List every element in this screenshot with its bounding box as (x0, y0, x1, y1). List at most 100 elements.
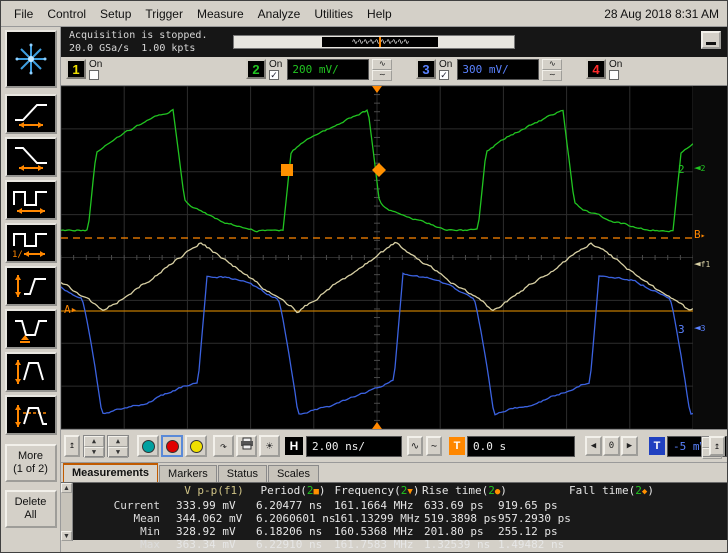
measurement-value: 201.80 ps (424, 525, 484, 538)
channel-1-checkbox[interactable] (89, 70, 99, 80)
nav-zero-button[interactable]: 0 (603, 436, 620, 456)
v-avg-icon (14, 405, 47, 427)
trigger-b-level-label[interactable]: B▸ (694, 229, 705, 241)
channel-2-scale-up-button[interactable]: ∿ (372, 59, 393, 70)
channel-3-offset-button[interactable]: ∼ (542, 70, 563, 81)
measurement-value: 328.92 mV (176, 525, 236, 538)
menu-trigger[interactable]: Trigger (138, 3, 190, 25)
measure-rise-time-button[interactable] (4, 94, 57, 134)
menu-help[interactable]: Help (360, 3, 399, 25)
channel-3-ground-marker[interactable]: ◄3 (694, 322, 705, 334)
channel-1-group: 1 On (66, 59, 102, 80)
menu-analyze[interactable]: Analyze (251, 3, 308, 25)
channel-2-group: 2 On 200 mV/ ∿ ∼ (246, 59, 393, 81)
printer-icon (240, 437, 253, 450)
menu-utilities[interactable]: Utilities (307, 3, 360, 25)
horizontal-zoom-button[interactable]: ∿ (407, 436, 423, 456)
more-button[interactable]: More (1 of 2) (4, 444, 57, 482)
measure-v-avg-button[interactable] (4, 395, 57, 435)
channel-4-checkbox[interactable] (609, 70, 619, 80)
measurements-scrollbar[interactable]: ▲ ▼ (61, 483, 73, 541)
tab-measurements[interactable]: Measurements (63, 463, 159, 482)
channel-2-checkbox[interactable] (269, 70, 279, 80)
restore-button[interactable]: ↥ (709, 436, 725, 456)
waveform-display: A▸ 2 3 ◄2 B▸ ◄f1 ◄3 (61, 85, 727, 430)
starburst-logo-icon (15, 43, 46, 75)
measure-fall-time-button[interactable] (4, 137, 57, 177)
measurement-value: 6.2060601 ns (256, 512, 336, 525)
measurement-value: 6.20477 ns (256, 499, 323, 512)
menu-bar: File Control Setup Trigger Measure Analy… (1, 1, 727, 27)
channel-2-on-label: On (269, 59, 283, 70)
infiniium-logo-button[interactable] (4, 30, 57, 88)
rise-time-icon (14, 104, 47, 128)
vertical-scale-spinner[interactable]: ▲ ▼ (83, 435, 105, 458)
measurement-value: 633.69 ps (424, 499, 484, 512)
col-header-frequency: Frequency(2▼) (334, 484, 420, 497)
menu-setup[interactable]: Setup (93, 3, 138, 25)
horizontal-fine-button[interactable]: ∼ (426, 436, 442, 456)
marker-color-yellow-button[interactable] (185, 435, 207, 457)
channel-2-button[interactable]: 2 (246, 59, 266, 79)
acquisition-bar: Acquisition is stopped. 20.0 GSa/s 1.00 … (61, 27, 727, 57)
measurements-panel: ▲ ▼ V p-p(f1) Period(2■) Frequency(2▼) R… (61, 482, 727, 551)
nav-right-button[interactable]: ▶ (621, 436, 638, 456)
measure-v-min-button[interactable] (4, 309, 57, 349)
col-header-period: Period(2■) (260, 484, 326, 497)
channel-4-on-label: On (609, 59, 623, 70)
measure-v-max-button[interactable] (4, 266, 57, 306)
menu-measure[interactable]: Measure (190, 3, 251, 25)
pan-up-button[interactable]: ↥ (64, 435, 80, 457)
measurement-value: 344.062 mV (176, 512, 243, 525)
channel-4-button[interactable]: 4 (586, 59, 606, 79)
measure-frequency-button[interactable]: 1/ (4, 223, 57, 263)
tab-markers[interactable]: Markers (159, 465, 217, 482)
channel-2-ground-marker[interactable]: ◄2 (694, 162, 705, 174)
channel-1-button[interactable]: 1 (66, 59, 86, 79)
trigger-level-label: T (649, 437, 665, 455)
channel-3-button[interactable]: 3 (416, 59, 436, 79)
trigger-a-level-label: A▸ (64, 303, 78, 316)
measure-period-button[interactable] (4, 180, 57, 220)
channel-3-checkbox[interactable] (439, 70, 449, 80)
delete-all-button[interactable]: Delete All (4, 490, 57, 528)
col-header-fall-time: Fall time(2◆) (569, 484, 654, 497)
scroll-up-arrow[interactable]: ▲ (61, 483, 72, 493)
channel-4-group: 4 On (586, 59, 622, 80)
function-f1-ground-marker[interactable]: ◄f1 (694, 258, 710, 270)
marker-color-red-button[interactable] (161, 435, 183, 457)
touch-mode-button[interactable]: ↷ (213, 435, 234, 457)
channel-3-scale-up-button[interactable]: ∿ (542, 59, 563, 70)
measurement-sidebar: 1/ More (1 of 2) Delete All (1, 27, 61, 552)
channel-2-scale-field[interactable]: 200 mV/ (287, 59, 370, 80)
acquisition-status: Acquisition is stopped. (69, 30, 208, 41)
timebase-position-track[interactable]: ∿∿∿∿∿∿∿∿∿∿ (233, 35, 515, 49)
nav-left-button[interactable]: ◀ (585, 436, 602, 456)
sun-icon: ☀ (265, 439, 274, 453)
minimize-button[interactable] (701, 31, 721, 49)
measurement-value: 519.3898 ps (424, 512, 497, 525)
channel-3-scale-field[interactable]: 300 mV/ (457, 59, 540, 80)
trigger-delay-field[interactable]: 0.0 s (467, 436, 575, 457)
tab-status[interactable]: Status (217, 465, 267, 482)
results-tab-bar: Measurements Markers Status Scales (61, 463, 727, 482)
tab-scales[interactable]: Scales (267, 465, 319, 482)
scroll-down-arrow[interactable]: ▼ (61, 531, 72, 541)
menu-control[interactable]: Control (40, 3, 93, 25)
marker-color-teal-button[interactable] (137, 435, 159, 457)
timebase-field[interactable]: 2.00 ns/ (306, 436, 402, 457)
fall-time-icon (14, 147, 47, 171)
curved-arrow-icon: ↷ (219, 439, 228, 453)
graticule-area[interactable]: A▸ 2 3 (61, 86, 693, 429)
channel-1-on-label: On (89, 59, 103, 70)
timebase-position-window[interactable]: ∿∿∿∿∿∿∿∿∿∿ (322, 37, 438, 47)
datetime-display: 28 Aug 2018 8:31 AM (604, 6, 719, 21)
row-label-current: Current (113, 499, 160, 512)
measurement-value: 255.12 ps (498, 525, 558, 538)
channel-2-offset-button[interactable]: ∼ (372, 70, 393, 81)
menu-file[interactable]: File (7, 3, 40, 25)
display-brightness-button[interactable]: ☀ (259, 435, 280, 457)
measure-v-pp-button[interactable] (4, 352, 57, 392)
print-button[interactable] (236, 435, 257, 457)
vertical-offset-spinner[interactable]: ▲ ▼ (107, 435, 129, 458)
